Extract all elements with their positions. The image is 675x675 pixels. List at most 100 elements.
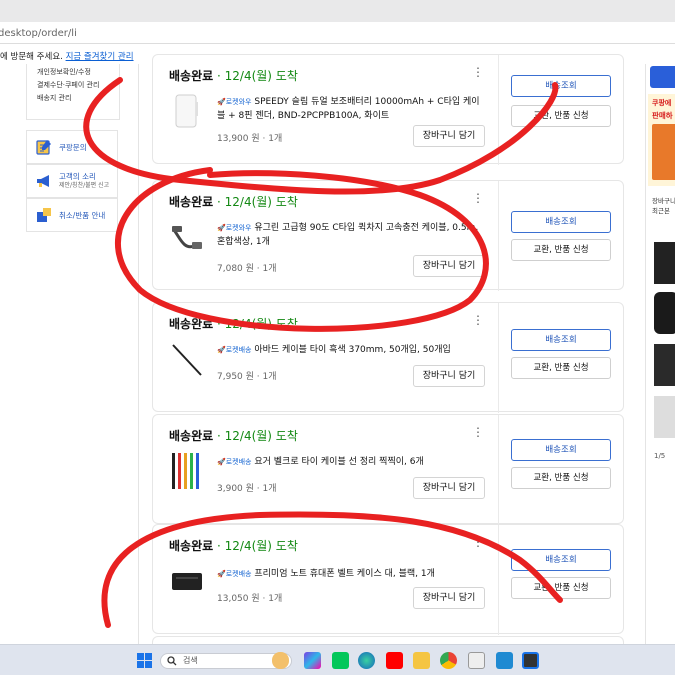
add-to-cart-button[interactable]: 장바구니 담기 — [413, 125, 485, 147]
bookmark-manage-link[interactable]: 지금 즐겨찾기 관리 — [66, 52, 134, 62]
more-options-icon[interactable]: ⋮ — [472, 191, 484, 205]
address-bar[interactable]: desktop/order/li — [0, 22, 675, 44]
order-info: 배송완료 · 12/4(월) 도착 ⋮ 🚀로켓배송 아바드 케이블 타이 흑색 … — [153, 303, 499, 413]
seller-ad-image — [652, 124, 675, 180]
youtube-icon[interactable] — [386, 652, 403, 669]
windows-taskbar: 검색 — [0, 644, 675, 675]
price-quantity: 7,950 원 · 1개 — [217, 372, 277, 382]
order-status-row: 배송완료 · 12/4(월) 도착 — [169, 193, 298, 210]
rocket-badge: 🚀로켓배송 — [217, 346, 252, 354]
windows-start-icon[interactable] — [137, 653, 152, 668]
more-options-icon[interactable]: ⋮ — [472, 425, 484, 439]
rocket-badge: 🚀로켓배송 — [217, 570, 252, 578]
track-delivery-button[interactable]: 배송조회 — [511, 75, 611, 97]
add-to-cart-button[interactable]: 장바구니 담기 — [413, 477, 485, 499]
arrival-date: · 12/4(월) 도착 — [217, 317, 298, 331]
track-delivery-button[interactable]: 배송조회 — [511, 211, 611, 233]
order-info: 배송완료 · 12/4(월) 도착 ⋮ 🚀로켓와우 유그린 고급형 90도 C타… — [153, 181, 499, 291]
power-bank-icon — [175, 94, 198, 128]
exchange-return-button[interactable]: 교환, 반품 신청 — [511, 105, 611, 127]
product-name[interactable]: 🚀로켓와우 SPEEDY 슬림 듀얼 보조배터리 10000mAh + C타입 … — [217, 95, 487, 123]
coupang-inquiry-link[interactable]: 쿠팡문의 — [26, 130, 118, 164]
product-thumbnail[interactable] — [169, 341, 205, 377]
mypage-sidebar: 개인정보확인/수정 결제수단·쿠페이 관리 배송지 관리 쿠팡문의 고객의 소리… — [24, 64, 120, 644]
naver-icon[interactable] — [332, 652, 349, 669]
recent-items-heading: 장바구니 최근본 — [652, 197, 675, 215]
order-card: 배송완료 · 12/4(월) 도착 ⋮ 🚀로켓배송 프리미엄 노트 휴대폰 벨트… — [152, 524, 624, 635]
product-thumbnail[interactable] — [169, 219, 205, 255]
inquiry-label: 쿠팡문의 — [59, 142, 87, 152]
active-app-icon[interactable] — [522, 652, 539, 669]
recent-item-thumbnail[interactable] — [654, 292, 675, 334]
customer-voice-sub: 제안/칭찬/불편 신고 — [59, 182, 110, 189]
url-text: desktop/order/li — [0, 28, 77, 39]
cancel-return-guide-link[interactable]: 취소/반품 안내 — [26, 198, 118, 232]
copilot-icon[interactable] — [304, 652, 321, 669]
product-name[interactable]: 🚀로켓배송 프리미엄 노트 휴대폰 벨트 케이스 대, 블랙, 1개 — [217, 567, 487, 581]
rocket-badge: 🚀로켓배송 — [217, 458, 252, 466]
track-delivery-button[interactable]: 배송조회 — [511, 439, 611, 461]
seller-ad-line2: 판매하 — [652, 111, 673, 120]
recent-item-thumbnail[interactable] — [654, 344, 675, 386]
delivery-status: 배송완료 — [169, 69, 214, 83]
cable-tie-icon — [172, 344, 202, 376]
ad-banner[interactable] — [650, 66, 675, 88]
chrome-icon[interactable] — [440, 652, 457, 669]
order-card: 배송완료 · 12/4(월) 도착 ⋮ 🚀로켓배송 아바드 케이블 타이 흑색 … — [152, 302, 624, 413]
notice-text: 에 방문해 주세요. — [0, 52, 63, 62]
vscode-icon[interactable] — [496, 652, 513, 669]
add-to-cart-button[interactable]: 장바구니 담기 — [413, 255, 485, 277]
arrival-date: · 12/4(월) 도착 — [217, 429, 298, 443]
exchange-return-button[interactable]: 교환, 반품 신청 — [511, 467, 611, 489]
customer-voice-label: 고객의 소리 — [59, 172, 96, 181]
order-info: 배송완료 · 12/4(월) 도착 ⋮ � — [153, 415, 499, 525]
order-status-row: 배송완료 · 12/4(월) 도착 — [169, 315, 298, 332]
exchange-return-button[interactable]: 교환, 반품 신청 — [511, 357, 611, 379]
column-divider — [138, 64, 139, 644]
order-info: 배송완료 · 12/4(월) 도착 ⋮ 🚀로켓와우 SPEEDY 슬림 듀얼 보… — [153, 55, 499, 165]
recent-item-thumbnail[interactable] — [654, 242, 675, 284]
file-explorer-icon[interactable] — [413, 652, 430, 669]
product-thumbnail[interactable] — [169, 93, 205, 129]
add-to-cart-button[interactable]: 장바구니 담기 — [413, 587, 485, 609]
order-card: 배송완료 · 12/4(월) 도착 ⋮ � — [152, 414, 624, 525]
product-thumbnail[interactable] — [169, 453, 205, 489]
more-options-icon[interactable]: ⋮ — [472, 535, 484, 549]
exchange-return-button[interactable]: 교환, 반품 신청 — [511, 577, 611, 599]
menu-item-profile[interactable]: 개인정보확인/수정 — [37, 66, 119, 79]
price-quantity: 13,050 원 · 1개 — [217, 594, 283, 604]
search-highlight-icon — [272, 652, 289, 669]
arrival-date: · 12/4(월) 도착 — [217, 69, 298, 83]
track-delivery-button[interactable]: 배송조회 — [511, 329, 611, 351]
product-name[interactable]: 🚀로켓배송 요거 벨크로 타이 케이블 선 정리 찍찍이, 6개 — [217, 455, 487, 469]
browser-tab-strip — [0, 0, 675, 22]
more-options-icon[interactable]: ⋮ — [472, 313, 484, 327]
recent-items-pager: 1/5 — [654, 452, 666, 460]
order-list-page: 개인정보확인/수정 결제수단·쿠페이 관리 배송지 관리 쿠팡문의 고객의 소리… — [0, 54, 645, 666]
product-name[interactable]: 🚀로켓와우 유그린 고급형 90도 C타입 퀵차지 고속충전 케이블, 0.5m… — [217, 221, 487, 249]
seller-ad-line1: 쿠팡에 — [652, 99, 672, 107]
more-options-icon[interactable]: ⋮ — [472, 65, 484, 79]
menu-item-payment[interactable]: 결제수단·쿠페이 관리 — [37, 79, 119, 92]
customer-voice-link[interactable]: 고객의 소리 제안/칭찬/불편 신고 — [26, 164, 118, 198]
exchange-return-button[interactable]: 교환, 반품 신청 — [511, 239, 611, 261]
belt-case-icon — [172, 573, 202, 590]
order-card: 배송완료 · 12/4(월) 도착 ⋮ 🚀로켓와우 SPEEDY 슬림 듀얼 보… — [152, 54, 624, 165]
menu-item-address[interactable]: 배송지 관리 — [37, 92, 119, 105]
add-to-cart-button[interactable]: 장바구니 담기 — [413, 365, 485, 387]
price-quantity: 7,080 원 · 1개 — [217, 264, 277, 274]
recent-item-thumbnail[interactable] — [654, 396, 675, 438]
delivery-status: 배송완료 — [169, 539, 214, 553]
account-menu: 개인정보확인/수정 결제수단·쿠페이 관리 배송지 관리 — [26, 64, 120, 120]
cancel-return-label: 취소/반품 안내 — [59, 210, 106, 220]
product-name[interactable]: 🚀로켓배송 아바드 케이블 타이 흑색 370mm, 50개입, 50개입 — [217, 343, 487, 357]
box-icon — [37, 208, 51, 222]
delivery-status: 배송완료 — [169, 195, 214, 209]
track-delivery-button[interactable]: 배송조회 — [511, 549, 611, 571]
google-app-icon[interactable] — [468, 652, 485, 669]
order-card: 배송완료 · 12/4(월) 도착 ⋮ 🚀로켓와우 유그린 고급형 90도 C타… — [152, 180, 624, 291]
edge-icon[interactable] — [358, 652, 375, 669]
arrival-date: · 12/4(월) 도착 — [217, 539, 298, 553]
product-thumbnail[interactable] — [169, 563, 205, 599]
delivery-status: 배송완료 — [169, 317, 214, 331]
